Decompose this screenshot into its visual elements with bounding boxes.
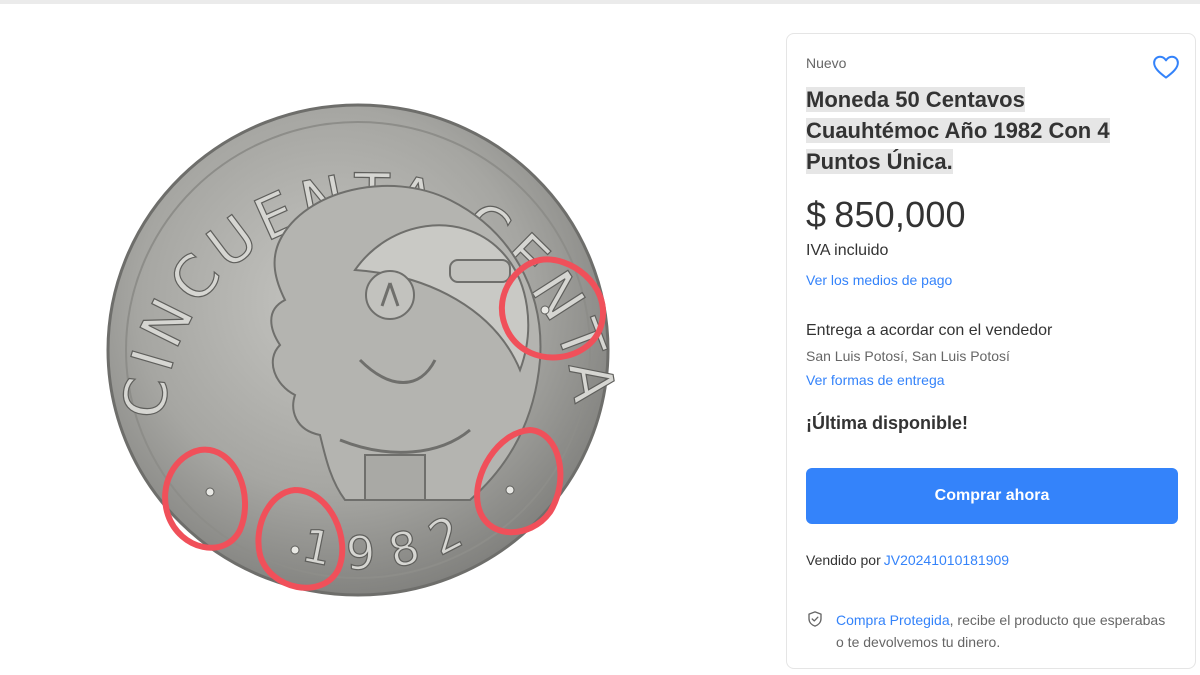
stock-note: ¡Última disponible! — [806, 413, 968, 433]
buy-now-button[interactable]: Comprar ahora — [806, 468, 1178, 524]
coin-photo: CINCUENTA CENTAVOS 1982 — [90, 60, 623, 597]
shield-check-icon — [808, 611, 822, 627]
tax-note: IVA incluido — [806, 242, 889, 259]
delivery-options-link[interactable]: Ver formas de entrega — [806, 372, 945, 388]
top-divider — [0, 0, 1200, 4]
seller-info: Vendido por JV20241010181909 — [806, 552, 1009, 568]
price: $850,000 — [806, 194, 966, 236]
price-amount: 850,000 — [834, 194, 966, 235]
delivery-title: Entrega a acordar con el vendedor — [806, 322, 1053, 339]
seller-prefix: Vendido por — [806, 552, 881, 568]
buy-box: Nuevo Moneda 50 Centavos Cuauhtémoc Año … — [786, 33, 1196, 669]
protected-purchase-link[interactable]: Compra Protegida — [836, 612, 950, 628]
product-title: Moneda 50 Centavos Cuauhtémoc Año 1982 C… — [806, 84, 1146, 177]
product-title-text: Moneda 50 Centavos Cuauhtémoc Año 1982 C… — [806, 87, 1110, 174]
seller-link[interactable]: JV20241010181909 — [884, 552, 1009, 568]
condition-label: Nuevo — [806, 55, 847, 71]
seller-location: San Luis Potosí, San Luis Potosí — [806, 348, 1010, 364]
price-currency: $ — [806, 194, 827, 235]
payment-methods-link[interactable]: Ver los medios de pago — [806, 272, 952, 288]
product-image[interactable]: CINCUENTA CENTAVOS 1982 — [90, 60, 630, 620]
heart-icon[interactable] — [1151, 52, 1181, 82]
protection-note: Compra Protegida, recibe el producto que… — [836, 609, 1166, 653]
